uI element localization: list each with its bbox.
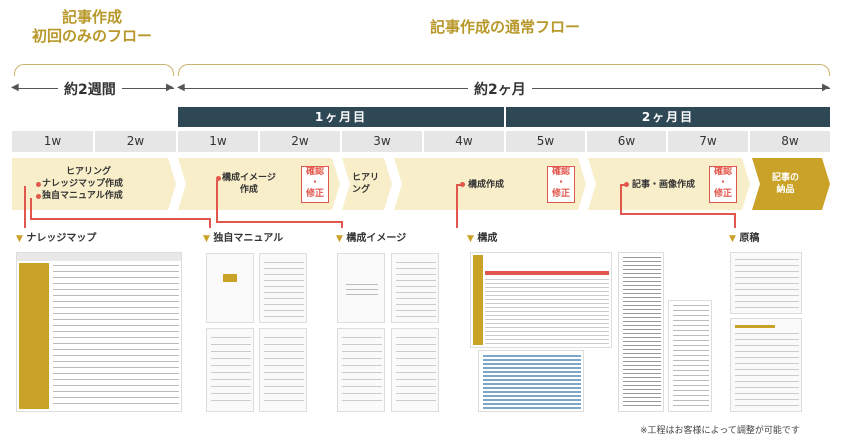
section-image-label: 構成イメージ [346, 233, 407, 244]
check-box-line2: ・ [718, 178, 728, 188]
phase-image-line1: 構成イメージ [222, 173, 276, 183]
connector-image-v1 [216, 180, 218, 222]
connector-writing-h2 [620, 213, 735, 215]
thumb-lines [346, 284, 378, 296]
knowledge-map-thumbnail [16, 252, 182, 412]
connector-knowledge [24, 186, 26, 228]
thumb-lines [342, 337, 382, 407]
phase-delivery-line2: 納品 [776, 185, 795, 195]
thumb-gold-column [473, 255, 483, 345]
check-box-3: 確認 ・ 修正 [709, 166, 737, 203]
thumb-gold-block [223, 274, 237, 282]
connector-image-h [216, 221, 342, 223]
connector-manual-h [30, 218, 210, 220]
thumb-lines [53, 265, 179, 405]
draft-thumbnail-2 [730, 318, 802, 412]
draft-thumbnail-1 [730, 252, 802, 314]
phase-hearing-dot-2 [36, 194, 41, 199]
section-structure-label: 構成 [477, 233, 498, 244]
triangle-icon: ▼ [336, 234, 343, 244]
check-box-line1: 確認 [713, 167, 732, 177]
image-thumbnail-2 [391, 253, 439, 323]
connector-image-v2 [341, 221, 343, 228]
phase-hearing-dot-1 [36, 182, 41, 187]
structure-spreadsheet-1 [470, 252, 612, 348]
thumb-red-row [485, 271, 609, 275]
check-box-line3: 修正 [713, 189, 732, 199]
section-manual: ▼ 独自マニュアル [203, 233, 283, 245]
section-knowledge-map: ▼ ナレッジマップ [16, 233, 96, 245]
manual-thumbnail-3 [206, 328, 254, 412]
connector-writing-v [620, 184, 622, 214]
triangle-icon: ▼ [467, 234, 474, 244]
thumb-blue-grid [483, 355, 581, 409]
check-box-1: 確認 ・ 修正 [301, 166, 329, 203]
connector-writing-v2 [734, 213, 736, 228]
check-box-2: 確認 ・ 修正 [547, 166, 575, 203]
phase-hearing-line3: 独自マニュアル作成 [42, 191, 123, 201]
triangle-icon: ▼ [203, 234, 210, 244]
phase-hearing2-text: ヒアリ ング [352, 172, 379, 196]
connector-manual-v1 [30, 198, 32, 218]
thumb-lines [211, 337, 251, 407]
thumb-gold-column [19, 263, 49, 409]
thumb-lines [735, 259, 799, 309]
phase-writing-text: 記事・画像作成 [632, 180, 696, 190]
image-thumbnail-3 [337, 328, 385, 412]
manual-thumbnail-1 [206, 253, 254, 323]
connector-structure-v [456, 184, 458, 228]
check-box-line3: 修正 [551, 189, 570, 199]
check-box-line2: ・ [310, 178, 320, 188]
check-box-line1: 確認 [551, 167, 570, 177]
thumb-lines [485, 279, 609, 345]
structure-spreadsheet-3 [618, 252, 664, 412]
check-box-line3: 修正 [305, 189, 324, 199]
phase-structure-text: 構成作成 [468, 180, 505, 190]
section-image: ▼ 構成イメージ [336, 233, 406, 245]
thumb-lines [264, 262, 304, 318]
section-draft-label: 原稿 [739, 233, 760, 244]
phase-hearing2-line2: ング [352, 185, 371, 195]
phase-hearing-text: ヒアリング ナレッジマップ作成 独自マニュアル作成 [42, 166, 123, 202]
thumb-lines [735, 333, 799, 407]
section-structure: ▼ 構成 [467, 233, 497, 245]
phase-image-text: 構成イメージ 作成 [222, 172, 276, 196]
triangle-icon: ▼ [16, 234, 23, 244]
thumb-grid [623, 257, 661, 407]
section-knowledge-map-label: ナレッジマップ [26, 233, 97, 244]
thumb-lines [264, 337, 304, 407]
thumb-gold-row [735, 325, 775, 328]
phase-hearing-line1: ヒアリング [66, 167, 112, 177]
structure-spreadsheet-4 [668, 300, 712, 412]
phase-delivery-line1: 記事の [772, 173, 800, 183]
section-manual-label: 独自マニュアル [213, 233, 284, 244]
manual-thumbnail-4 [259, 328, 307, 412]
connector-manual-v2 [209, 218, 211, 228]
image-thumbnail-4 [391, 328, 439, 412]
phase-hearing2-line1: ヒアリ [352, 173, 380, 183]
structure-spreadsheet-2 [478, 350, 584, 412]
image-thumbnail-1 [337, 253, 385, 323]
manual-thumbnail-2 [259, 253, 307, 323]
check-box-line2: ・ [556, 178, 566, 188]
triangle-icon: ▼ [729, 234, 736, 244]
thumb-lines [396, 262, 436, 318]
phase-hearing-line2: ナレッジマップ作成 [42, 179, 124, 189]
check-box-line1: 確認 [305, 167, 324, 177]
phase-image-line2: 作成 [239, 185, 258, 195]
section-draft: ▼ 原稿 [729, 233, 759, 245]
thumb-header-bar [17, 253, 181, 261]
thumb-lines [396, 337, 436, 407]
footnote: ※工程はお客様によって調整が可能です [640, 426, 800, 436]
phase-delivery-text: 記事の 納品 [772, 172, 799, 196]
thumb-lines [673, 305, 709, 409]
